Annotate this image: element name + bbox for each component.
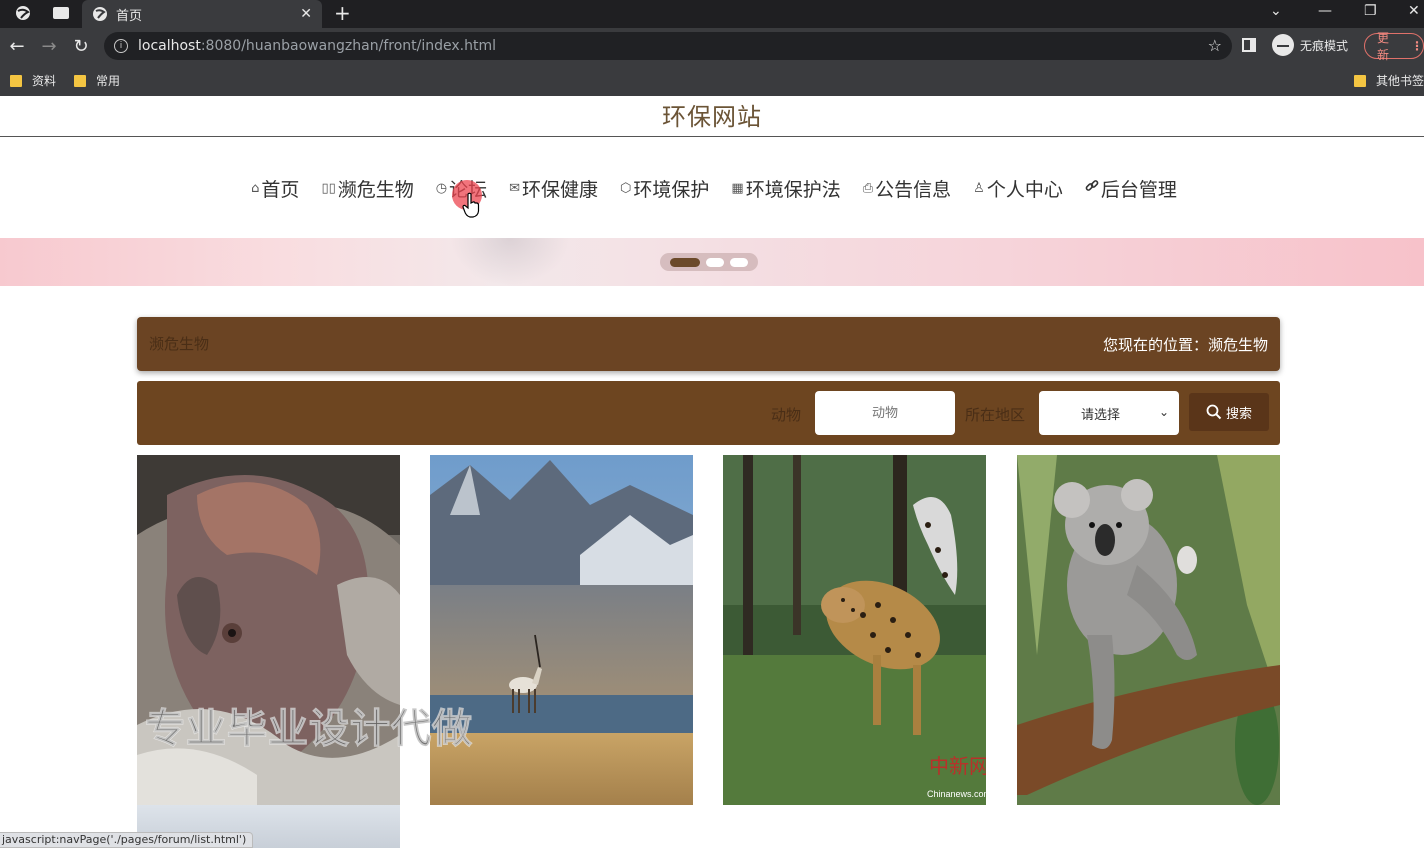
bookmark-folder-changyong[interactable]: 常用 bbox=[74, 72, 120, 89]
breadcrumb-location: 您现在的位置：濒危生物 bbox=[1102, 336, 1268, 354]
link-icon bbox=[1085, 179, 1099, 197]
chevron-down-icon: ⌄ bbox=[1158, 405, 1169, 419]
browser-tab-active[interactable]: 首页 ✕ bbox=[82, 0, 322, 28]
bookmark-folder-ziliao[interactable]: 资料 bbox=[10, 72, 56, 89]
animal-label: 动物 bbox=[771, 406, 802, 424]
update-button[interactable]: 更新 ⋮ bbox=[1364, 31, 1424, 62]
folder-icon bbox=[1354, 74, 1366, 87]
bookmark-label: 常用 bbox=[96, 74, 121, 88]
browser-toolbar: ← → ↻ i localhost:8080/huanbaowangzhan/f… bbox=[0, 28, 1424, 64]
site-info-icon[interactable]: i bbox=[114, 39, 128, 53]
photo-stamp: 中新网 bbox=[929, 755, 986, 778]
minimize-button[interactable]: — bbox=[1318, 2, 1332, 20]
nav-item-protection[interactable]: ⬡ 环境保护 bbox=[620, 175, 709, 202]
region-select[interactable]: 请选择 ⌄ bbox=[1039, 391, 1179, 435]
species-icon: ▯▯ bbox=[321, 180, 336, 196]
mail-icon: ✉ bbox=[509, 180, 521, 196]
tab-search-icon[interactable] bbox=[50, 4, 72, 22]
incognito-icon bbox=[1272, 34, 1294, 56]
nav-label: 环境保护法 bbox=[745, 178, 841, 201]
folder-icon bbox=[74, 74, 86, 87]
back-button[interactable]: ← bbox=[5, 34, 29, 58]
carousel-dot-2[interactable] bbox=[706, 257, 724, 267]
search-icon bbox=[1206, 404, 1222, 420]
card-leopard[interactable]: 中新网 Chinanews.com bbox=[723, 455, 986, 805]
tab-title: 首页 bbox=[116, 8, 143, 24]
bookmarks-bar: 资料 常用 其他书签 bbox=[0, 64, 1424, 96]
search-button-label: 搜索 bbox=[1225, 406, 1252, 422]
bookmark-folder-other[interactable]: 其他书签 bbox=[1354, 72, 1424, 89]
incognito-indicator[interactable]: 无痕模式 bbox=[1272, 34, 1348, 56]
nav-label: 后台管理 bbox=[1100, 178, 1177, 201]
breadcrumb-bar: 濒危生物 您现在的位置：濒危生物 bbox=[137, 317, 1280, 371]
address-bar[interactable]: i localhost:8080/huanbaowangzhan/front/i… bbox=[104, 32, 1232, 60]
browser-profile-icon[interactable] bbox=[12, 4, 34, 22]
region-selected-value: 请选择 bbox=[1081, 407, 1121, 423]
nav-item-notice[interactable]: ⎙ 公告信息 bbox=[863, 175, 951, 202]
bookmark-label: 其他书签 bbox=[1376, 74, 1424, 88]
animal-search-input[interactable] bbox=[815, 391, 955, 435]
section-title: 濒危生物 bbox=[149, 335, 210, 353]
new-tab-button[interactable]: + bbox=[334, 2, 351, 24]
carousel-dot-1[interactable] bbox=[670, 257, 700, 267]
url-host: localhost bbox=[138, 38, 201, 54]
bookmark-star-icon[interactable]: ☆ bbox=[1208, 36, 1222, 55]
close-window-button[interactable]: ✕ bbox=[1408, 2, 1420, 20]
browser-tab-bar: 首页 ✕ + ⌄ — ❐ ✕ bbox=[0, 0, 1424, 28]
search-button[interactable]: 搜索 bbox=[1189, 393, 1269, 431]
hand-cursor-icon bbox=[462, 192, 480, 218]
search-bar: 动物 所在地区 请选择 ⌄ 搜索 bbox=[137, 381, 1280, 445]
watermark-text: 专业毕业设计代做 bbox=[145, 706, 473, 753]
url-path: :8080/huanbaowangzhan/front/index.html bbox=[200, 38, 496, 54]
site-title: 环保网站 bbox=[0, 97, 1424, 137]
carousel-dot-3[interactable] bbox=[730, 257, 748, 267]
leopard-photo: 中新网 Chinanews.com bbox=[723, 455, 986, 805]
globe-icon bbox=[93, 7, 107, 21]
grid-icon: ▦ bbox=[731, 180, 744, 196]
nav-label: 濒危生物 bbox=[337, 178, 414, 201]
user-icon: ♙ bbox=[973, 180, 985, 196]
restore-button[interactable]: ❐ bbox=[1364, 2, 1377, 20]
folder-icon bbox=[10, 74, 22, 87]
photo-stamp-sub: Chinanews.com bbox=[927, 789, 986, 799]
nav-item-law[interactable]: ▦ 环境保护法 bbox=[731, 175, 840, 202]
forward-button[interactable]: → bbox=[37, 34, 61, 58]
incognito-label: 无痕模式 bbox=[1300, 38, 1349, 53]
tab-close-icon[interactable]: ✕ bbox=[300, 6, 312, 22]
update-label: 更新 bbox=[1377, 31, 1390, 62]
status-bar-url: javascript:navPage('./pages/forum/list.h… bbox=[0, 832, 254, 848]
nav-label: 公告信息 bbox=[875, 178, 952, 201]
nav-item-profile[interactable]: ♙ 个人中心 bbox=[973, 175, 1063, 202]
nav-item-health[interactable]: ✉ 环保健康 bbox=[509, 175, 598, 202]
nav-label: 环境保护 bbox=[633, 178, 710, 201]
printer-icon: ⎙ bbox=[862, 180, 874, 196]
home-icon: ⌂ bbox=[251, 180, 260, 196]
tab-search-chevron-icon[interactable]: ⌄ bbox=[1270, 2, 1282, 20]
tag-icon: ⬡ bbox=[620, 180, 632, 196]
nav-label: 个人中心 bbox=[986, 178, 1063, 201]
region-label: 所在地区 bbox=[965, 406, 1026, 424]
bookmark-label: 资料 bbox=[32, 74, 57, 88]
nav-item-home[interactable]: ⌂ 首页 bbox=[251, 175, 299, 202]
forum-icon: ◷ bbox=[435, 180, 448, 196]
main-nav: ⌂首页 ▯▯濒危生物 ◷论坛 ✉环保健康 ⬡环境保护 ▦环境保护法 ⎙公告信息 … bbox=[0, 138, 1424, 238]
banner-decoration bbox=[450, 238, 570, 286]
nav-item-endangered[interactable]: ▯▯ 濒危生物 bbox=[321, 175, 413, 202]
carousel-indicators bbox=[660, 253, 758, 271]
side-panel-icon[interactable] bbox=[1242, 38, 1256, 52]
nav-label: 首页 bbox=[261, 178, 300, 201]
nav-item-admin[interactable]: 后台管理 bbox=[1085, 175, 1177, 202]
koala-photo bbox=[1017, 455, 1280, 805]
reload-button[interactable]: ↻ bbox=[69, 34, 93, 58]
card-koala[interactable] bbox=[1017, 455, 1280, 805]
nav-label: 环保健康 bbox=[522, 178, 599, 201]
more-menu-icon[interactable]: ⋮ bbox=[1411, 39, 1423, 53]
